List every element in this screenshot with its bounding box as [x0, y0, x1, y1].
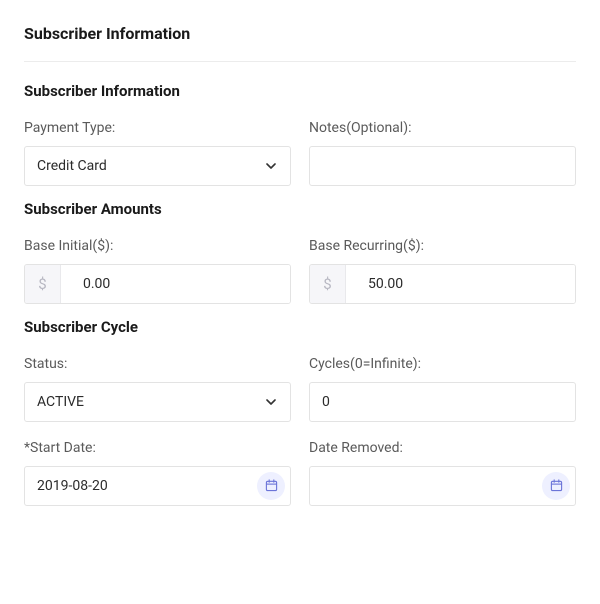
dollar-icon: $: [310, 265, 346, 303]
calendar-icon: [550, 477, 563, 496]
base-initial-field: $: [24, 264, 291, 304]
base-initial-label: Base Initial($):: [24, 238, 291, 254]
start-date-picker-button[interactable]: [257, 472, 285, 500]
section-title-info: Subscriber Information: [24, 82, 576, 100]
divider: [24, 61, 576, 62]
status-select[interactable]: ACTIVE: [24, 382, 291, 422]
base-recurring-field: $: [309, 264, 576, 304]
date-removed-label: Date Removed:: [309, 440, 576, 456]
chevron-down-icon: [266, 161, 276, 171]
start-date-label: *Start Date:: [24, 440, 291, 456]
dollar-icon: $: [25, 265, 61, 303]
section-title-amounts: Subscriber Amounts: [24, 200, 576, 218]
section-title-cycle: Subscriber Cycle: [24, 318, 576, 336]
payment-type-label: Payment Type:: [24, 120, 291, 136]
status-label: Status:: [24, 356, 291, 372]
date-removed-picker-button[interactable]: [542, 472, 570, 500]
payment-type-value: Credit Card: [37, 158, 107, 174]
notes-input[interactable]: [309, 146, 576, 186]
base-recurring-input[interactable]: [346, 265, 575, 303]
chevron-down-icon: [266, 397, 276, 407]
page-title: Subscriber Information: [24, 24, 576, 61]
cycles-input[interactable]: [309, 382, 576, 422]
base-initial-input[interactable]: [61, 265, 290, 303]
cycles-label: Cycles(0=Infinite):: [309, 356, 576, 372]
start-date-input[interactable]: [24, 466, 291, 506]
payment-type-select[interactable]: Credit Card: [24, 146, 291, 186]
notes-label: Notes(Optional):: [309, 120, 576, 136]
base-recurring-label: Base Recurring($):: [309, 238, 576, 254]
date-removed-input[interactable]: [309, 466, 576, 506]
status-value: ACTIVE: [37, 394, 84, 410]
calendar-icon: [265, 477, 278, 496]
